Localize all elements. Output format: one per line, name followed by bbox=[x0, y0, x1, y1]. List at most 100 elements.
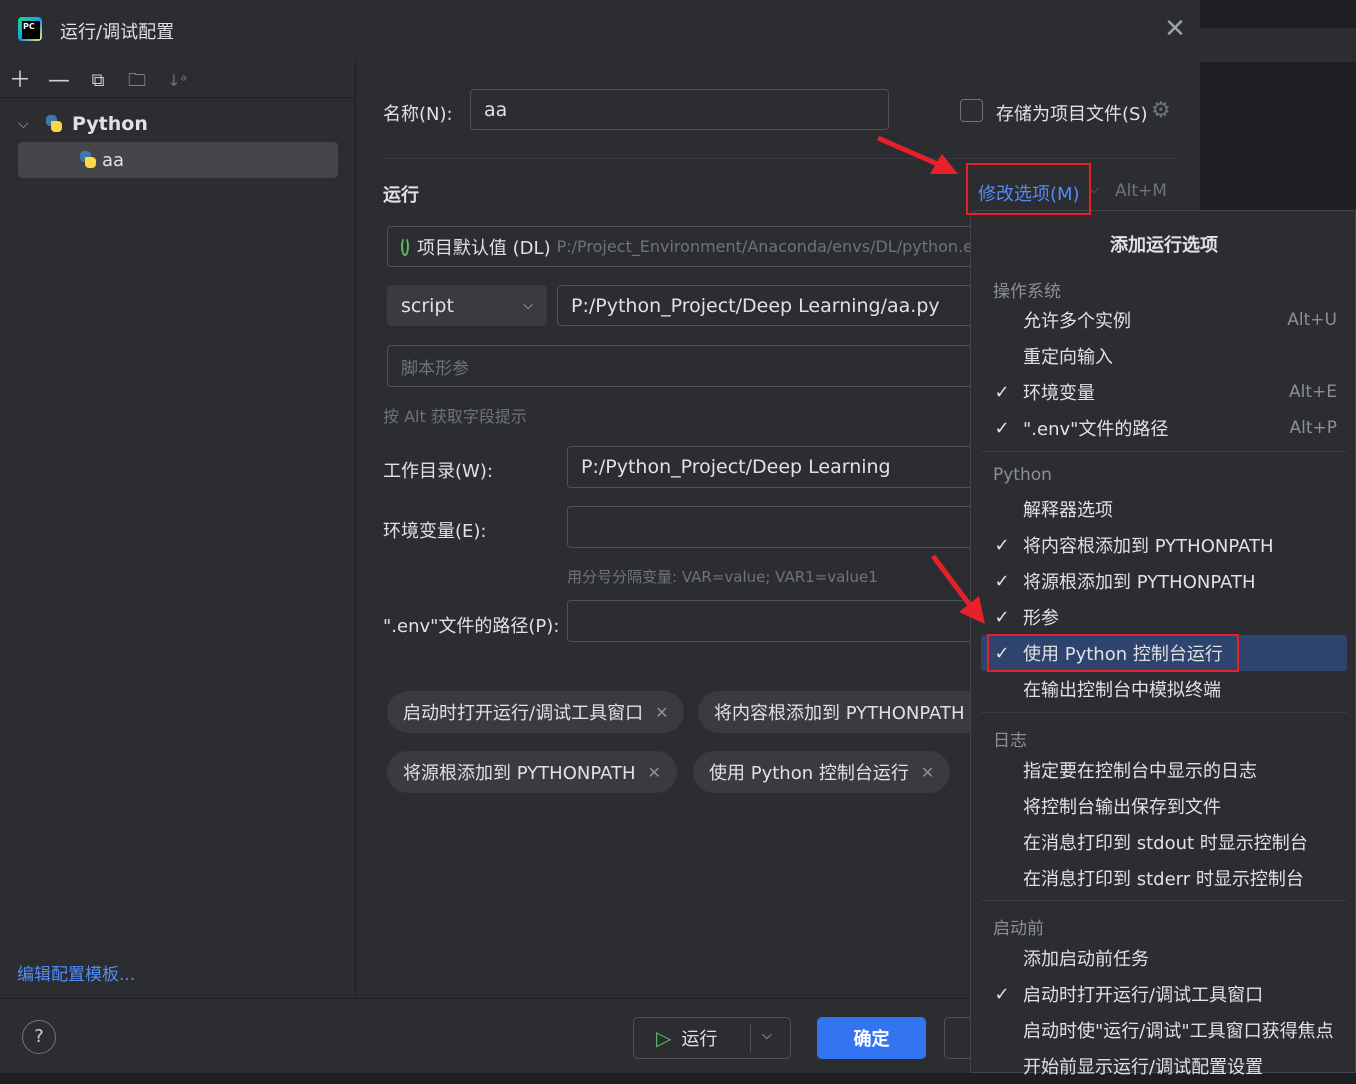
popup-menu-item[interactable]: 解释器选项 bbox=[981, 491, 1347, 527]
python-icon bbox=[78, 150, 98, 170]
popup-menu-item[interactable]: ✓ 环境变量 Alt+E bbox=[981, 374, 1347, 410]
popup-menu-item[interactable]: ✓ ".env"文件的路径 Alt+P bbox=[981, 410, 1347, 446]
remove-icon[interactable]: — bbox=[46, 68, 72, 94]
alt-hint: 按 Alt 获取字段提示 bbox=[383, 407, 527, 426]
run-button[interactable]: ▷ 运行 ⌵ bbox=[633, 1017, 791, 1059]
chevron-down-icon: ⌵ bbox=[523, 298, 533, 313]
popup-divider bbox=[981, 451, 1347, 452]
interpreter-name: 项目默认值 (DL) bbox=[416, 237, 551, 259]
add-icon[interactable]: ＋ bbox=[7, 68, 33, 94]
popup-menu-item[interactable]: 添加启动前任务 bbox=[981, 940, 1347, 976]
gear-icon[interactable]: ⚙ bbox=[1151, 98, 1171, 123]
popup-menu-item[interactable]: 允许多个实例 Alt+U bbox=[981, 302, 1347, 338]
popup-title: 添加运行选项 bbox=[1110, 235, 1218, 256]
script-params-input[interactable]: 脚本形参 bbox=[387, 345, 987, 387]
chip-content-roots[interactable]: 将内容根添加到 PYTHONPATH bbox=[698, 691, 998, 733]
red-arrow-1 bbox=[876, 135, 958, 174]
popup-menu-item-label: 在消息打印到 stderr 时显示控制台 bbox=[1023, 869, 1304, 890]
popup-group-label: Python bbox=[993, 465, 1052, 485]
popup-menu-item[interactable]: 在输出控制台中模拟终端 bbox=[981, 671, 1347, 707]
workdir-input[interactable]: P:/Python_Project/Deep Learning bbox=[567, 446, 987, 488]
tree-group-label: Python bbox=[72, 113, 148, 135]
store-as-file-checkbox[interactable] bbox=[960, 99, 983, 122]
chip-label: 启动时打开运行/调试工具窗口 bbox=[403, 703, 644, 724]
popup-group-label: 日志 bbox=[993, 731, 1027, 751]
env-input[interactable] bbox=[567, 506, 987, 548]
chip-source-roots[interactable]: 将源根添加到 PYTHONPATH ✕ bbox=[387, 751, 677, 793]
remove-chip-icon[interactable]: ✕ bbox=[655, 703, 668, 722]
script-path-input[interactable]: P:/Python_Project/Deep Learning/aa.py bbox=[557, 285, 987, 326]
script-type-value: script bbox=[401, 294, 454, 317]
edit-templates-link[interactable]: 编辑配置模板... bbox=[17, 960, 135, 985]
run-section-title: 运行 bbox=[383, 185, 419, 206]
popup-menu-item[interactable]: 开始前显示运行/调试配置设置 bbox=[981, 1048, 1347, 1084]
chip-label: 将内容根添加到 PYTHONPATH bbox=[714, 703, 965, 724]
popup-menu-item-label: 解释器选项 bbox=[1023, 500, 1113, 521]
chevron-down-icon[interactable]: ⌵ bbox=[762, 1028, 772, 1043]
popup-menu-item-shortcut: Alt+P bbox=[1289, 418, 1337, 438]
modify-options-shortcut: Alt+M bbox=[1115, 181, 1167, 201]
chip-python-console[interactable]: 使用 Python 控制台运行 ✕ bbox=[693, 751, 951, 793]
remove-chip-icon[interactable]: ✕ bbox=[648, 763, 661, 782]
tree-group-python[interactable]: ⌵ Python bbox=[18, 106, 338, 142]
popup-menu-item-shortcut: Alt+U bbox=[1287, 310, 1337, 330]
popup-menu-item-shortcut: Alt+E bbox=[1288, 382, 1337, 402]
env-hint: 用分号分隔变量: VAR=value; VAR1=value1 bbox=[567, 568, 878, 586]
popup-menu-item[interactable]: 重定向输入 bbox=[981, 338, 1347, 374]
env-label: 环境变量(E): bbox=[383, 521, 487, 542]
popup-menu-item-label: 启动时使"运行/调试"工具窗口获得焦点 bbox=[1023, 1021, 1334, 1042]
popup-menu-item[interactable]: 指定要在控制台中显示的日志 bbox=[981, 752, 1347, 788]
popup-menu-item-label: 启动时打开运行/调试工具窗口 bbox=[1023, 985, 1264, 1006]
chip-label: 使用 Python 控制台运行 bbox=[709, 763, 909, 784]
section-divider bbox=[382, 158, 1177, 159]
popup-menu-item[interactable]: ✓ 启动时打开运行/调试工具窗口 bbox=[981, 976, 1347, 1012]
popup-group-label: 启动前 bbox=[993, 919, 1044, 939]
title-bar: 运行/调试配置 ✕ bbox=[0, 0, 1200, 60]
popup-menu-item[interactable]: 启动时使"运行/调试"工具窗口获得焦点 bbox=[981, 1012, 1347, 1048]
popup-menu-item-label: 在消息打印到 stdout 时显示控制台 bbox=[1023, 833, 1308, 854]
interpreter-select[interactable]: 项目默认值 (DL) P:/Project_Environment/Anacon… bbox=[387, 226, 987, 267]
new-folder-icon[interactable]: 🗀 bbox=[124, 68, 150, 94]
interpreter-path: P:/Project_Environment/Anaconda/envs/DL/… bbox=[556, 237, 973, 256]
red-arrow-2 bbox=[931, 554, 985, 624]
popup-menu-item[interactable]: 将控制台输出保存到文件 bbox=[981, 788, 1347, 824]
help-button[interactable]: ? bbox=[22, 1020, 56, 1054]
loading-spinner-icon bbox=[401, 237, 409, 256]
background-tab-strip bbox=[1200, 28, 1356, 62]
checkmark-icon: ✓ bbox=[994, 983, 1010, 1005]
store-as-file-label: 存储为项目文件(S) bbox=[996, 104, 1148, 125]
popup-menu-item[interactable]: ✓ 将内容根添加到 PYTHONPATH bbox=[981, 527, 1347, 563]
checkmark-icon: ✓ bbox=[994, 417, 1010, 439]
tree-item-aa[interactable]: aa bbox=[18, 142, 338, 178]
checkmark-icon: ✓ bbox=[994, 381, 1010, 403]
chip-open-tool-window[interactable]: 启动时打开运行/调试工具窗口 ✕ bbox=[387, 691, 685, 733]
name-input[interactable]: aa bbox=[470, 89, 889, 130]
ok-button[interactable]: 确定 bbox=[817, 1017, 926, 1059]
tree-item-label: aa bbox=[102, 149, 125, 171]
popup-menu-item[interactable]: 在消息打印到 stdout 时显示控制台 bbox=[981, 824, 1347, 860]
popup-menu-item-label: 指定要在控制台中显示的日志 bbox=[1023, 761, 1257, 782]
copy-icon[interactable]: ⧉ bbox=[85, 68, 111, 94]
popup-menu-item-label: 在输出控制台中模拟终端 bbox=[1023, 680, 1221, 701]
highlight-python-console bbox=[987, 634, 1239, 672]
chevron-down-icon: ⌵ bbox=[18, 116, 29, 132]
popup-menu-item-label: 将内容根添加到 PYTHONPATH bbox=[1023, 536, 1274, 557]
popup-menu-item[interactable]: 在消息打印到 stderr 时显示控制台 bbox=[981, 860, 1347, 896]
window-title: 运行/调试配置 bbox=[60, 22, 175, 43]
popup-divider bbox=[981, 900, 1347, 901]
run-button-label: 运行 bbox=[681, 1029, 718, 1050]
sort-icon[interactable]: ↓ᵃ bbox=[164, 68, 190, 94]
workdir-label: 工作目录(W): bbox=[383, 461, 493, 482]
dotenv-input[interactable] bbox=[567, 600, 987, 642]
remove-chip-icon[interactable]: ✕ bbox=[921, 763, 934, 782]
popup-menu-item-label: 将源根添加到 PYTHONPATH bbox=[1023, 572, 1256, 593]
popup-menu-item-label: 重定向输入 bbox=[1023, 347, 1113, 368]
popup-menu-item-label: ".env"文件的路径 bbox=[1023, 419, 1169, 440]
python-icon bbox=[44, 114, 64, 134]
popup-menu-item[interactable]: ✓ 将源根添加到 PYTHONPATH bbox=[981, 563, 1347, 599]
script-type-select[interactable]: script ⌵ bbox=[387, 285, 547, 326]
close-icon[interactable]: ✕ bbox=[1163, 16, 1187, 42]
popup-menu-item[interactable]: ✓ 形参 bbox=[981, 599, 1347, 635]
name-label: 名称(N): bbox=[383, 104, 453, 125]
popup-menu-item-label: 形参 bbox=[1023, 608, 1059, 629]
